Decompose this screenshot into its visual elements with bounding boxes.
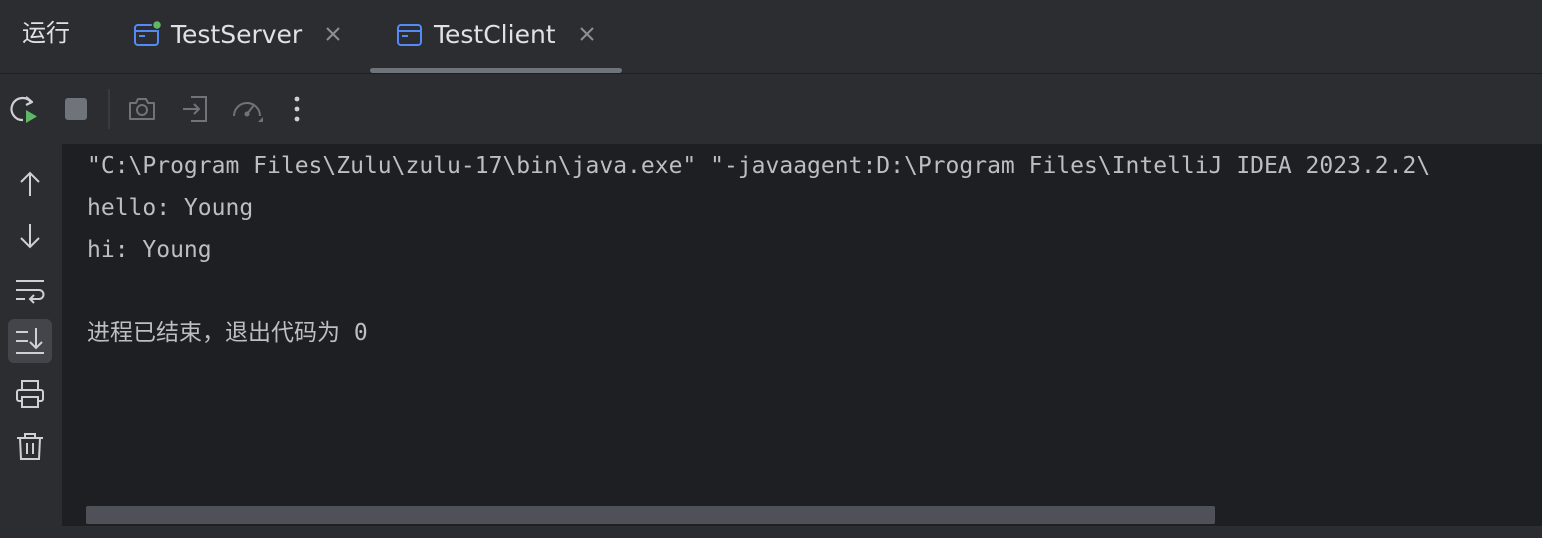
console-output-line: hi: Young xyxy=(87,237,212,263)
active-tab-indicator xyxy=(370,68,622,73)
soft-wrap-icon xyxy=(14,274,46,306)
attach-button[interactable] xyxy=(178,92,212,126)
tab-testserver[interactable]: TestServer xyxy=(133,14,342,54)
command-line: "C:\Program Files\Zulu\zulu-17\bin\java.… xyxy=(87,153,1431,179)
run-tool-window: 运行 TestServer TestClient "C:\Program Fil… xyxy=(0,0,1542,538)
previous-occurrence-button[interactable] xyxy=(8,162,52,206)
more-button[interactable] xyxy=(280,92,314,126)
clear-all-button[interactable] xyxy=(8,424,52,468)
panel-title: 运行 xyxy=(22,19,70,47)
close-icon[interactable] xyxy=(578,25,596,43)
console-window-icon xyxy=(396,21,422,47)
tab-label: TestServer xyxy=(171,19,303,49)
attach-icon xyxy=(179,93,211,125)
rerun-icon xyxy=(7,93,39,125)
process-exit-message: 进程已结束，退出代码为 0 xyxy=(87,320,368,346)
close-icon[interactable] xyxy=(324,25,342,43)
stop-button[interactable] xyxy=(59,92,93,126)
print-icon xyxy=(14,378,46,410)
horizontal-scrollbar-thumb[interactable] xyxy=(86,506,1215,524)
console-gutter xyxy=(0,144,62,526)
trash-icon xyxy=(14,430,46,462)
bottom-strip xyxy=(0,526,1542,538)
run-tab-header: 运行 TestServer TestClient xyxy=(0,0,1542,74)
scroll-to-end-icon xyxy=(14,325,46,357)
print-button[interactable] xyxy=(8,372,52,416)
next-occurrence-button[interactable] xyxy=(8,214,52,258)
screenshot-icon xyxy=(126,93,158,125)
tab-testclient[interactable]: TestClient xyxy=(396,14,596,54)
console-output-line: hello: Young xyxy=(87,195,254,221)
rerun-button[interactable] xyxy=(6,92,40,126)
profiler-icon xyxy=(230,92,264,126)
console-window-icon xyxy=(133,21,161,47)
toolbar-separator xyxy=(108,89,110,129)
profiler-button[interactable] xyxy=(230,92,264,126)
soft-wrap-button[interactable] xyxy=(8,268,52,312)
console-output[interactable]: "C:\Program Files\Zulu\zulu-17\bin\java.… xyxy=(62,144,1542,514)
more-icon xyxy=(291,93,303,125)
run-toolbar xyxy=(0,74,1542,144)
stop-icon xyxy=(62,95,90,123)
scroll-to-end-button[interactable] xyxy=(8,319,52,363)
tab-label: TestClient xyxy=(434,19,556,49)
screenshot-button[interactable] xyxy=(125,92,159,126)
arrow-down-icon xyxy=(15,221,45,251)
arrow-up-icon xyxy=(15,169,45,199)
